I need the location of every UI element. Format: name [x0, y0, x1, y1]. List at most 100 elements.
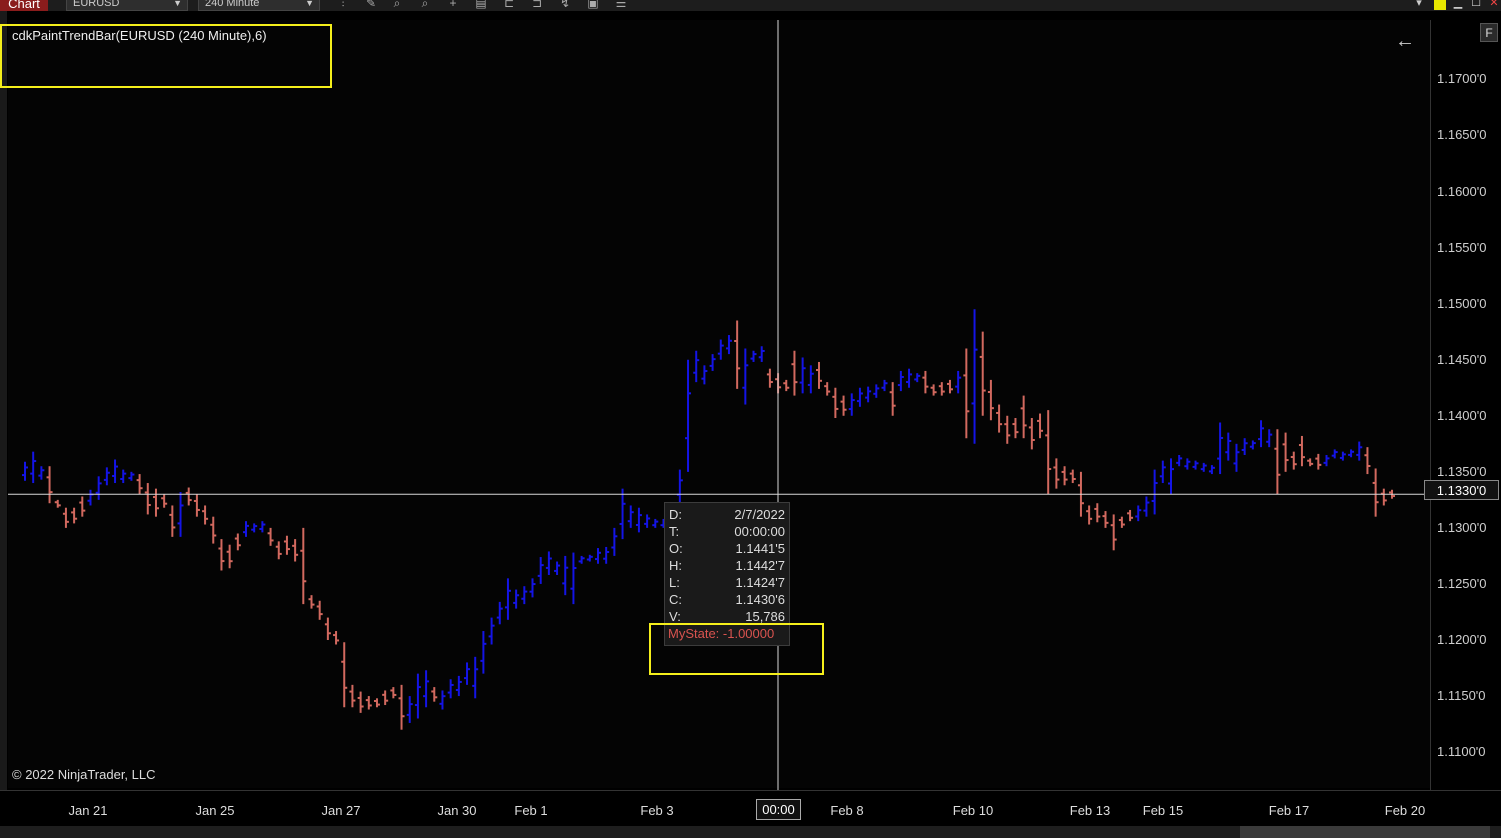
ohlc-bar [644, 514, 651, 528]
ohlc-bar [766, 368, 773, 388]
ohlc-bar [1241, 438, 1248, 456]
ohlc-bar [971, 309, 978, 444]
ohlc-bar [177, 492, 184, 537]
time-tick-label: Feb 8 [830, 803, 864, 818]
ohlc-bar [832, 387, 839, 419]
ohlc-bar [161, 494, 168, 508]
ohlc-bar [349, 684, 356, 708]
tooltip-row-high: H: 1.1442'7 [669, 558, 787, 574]
ohlc-bar [955, 370, 962, 394]
tooltip-value: 00:00:00 [734, 524, 785, 539]
ohlc-bar [513, 589, 520, 609]
ohlc-bar [840, 395, 847, 416]
ohlc-bar [292, 539, 299, 562]
ohlc-bar [95, 476, 102, 500]
ohlc-bar [480, 631, 487, 674]
ohlc-bar [1323, 455, 1330, 467]
ohlc-bar [996, 404, 1003, 433]
ohlc-bar [734, 320, 741, 389]
ohlc-bar [128, 471, 135, 481]
ohlc-bar [30, 451, 37, 484]
time-tick-label: Feb 13 [1069, 803, 1111, 818]
time-tick-label: Jan 30 [437, 803, 477, 818]
ohlc-bar [807, 365, 814, 394]
ohlc-bar [398, 684, 405, 730]
ohlc-bar [1298, 435, 1305, 467]
time-tick-label: Jan 21 [68, 803, 108, 818]
ohlc-bar [1233, 443, 1240, 472]
ohlc-bar [1331, 449, 1338, 459]
ohlc-bar [22, 461, 28, 481]
ohlc-bar [431, 687, 438, 702]
price-tick-label: 1.1650'0 [1437, 127, 1487, 143]
ohlc-bar [62, 507, 69, 528]
ohlc-bar [504, 578, 511, 620]
ohlc-bar [1274, 429, 1281, 495]
tooltip-row-low: L: 1.1424'7 [669, 575, 787, 591]
time-tick-label: Feb 15 [1142, 803, 1184, 818]
ohlc-bar [1004, 415, 1011, 444]
ohlc-bar [1217, 422, 1224, 475]
tooltip-key: H: [669, 558, 682, 573]
ohlc-bar [856, 387, 863, 407]
ohlc-bar [783, 379, 790, 392]
ohlc-bar [1176, 455, 1183, 467]
ohlc-bar [1339, 451, 1346, 461]
ohlc-bar [1290, 451, 1297, 470]
ohlc-bar [120, 469, 127, 484]
time-tick-label: Feb 3 [640, 803, 674, 818]
ohlc-bar [865, 386, 872, 403]
time-tick-label: Feb 20 [1384, 803, 1426, 818]
highlight-box-indicator [0, 24, 332, 88]
ohlc-bar [750, 350, 757, 362]
ohlc-bar [938, 382, 945, 396]
time-tick-label: Jan 25 [195, 803, 235, 818]
ohlc-bar [373, 698, 380, 708]
ohlc-bar [1266, 429, 1273, 448]
ohlc-bar [1372, 468, 1379, 517]
tooltip-value: 2/7/2022 [734, 507, 785, 522]
tooltip-key: L: [669, 575, 680, 590]
arrow-left-icon[interactable]: ← [1395, 30, 1415, 53]
ohlc-bar [1061, 466, 1068, 486]
ohlc-bar [906, 368, 913, 388]
ohlc-bar [611, 527, 618, 556]
tooltip-value: 1.1424'7 [735, 575, 785, 590]
ohlc-bar [1020, 395, 1027, 439]
ohlc-bar [922, 370, 929, 394]
ohlc-bar [881, 379, 888, 392]
ohlc-bar [946, 379, 953, 394]
ohlc-bar [848, 393, 855, 416]
price-tick-label: 1.1400'0 [1437, 407, 1487, 423]
crosshair-price-badge: 1.1330'0 [1424, 480, 1499, 500]
ohlc-bar [472, 656, 479, 699]
ohlc-bar [791, 350, 798, 396]
price-tick-label: 1.1550'0 [1437, 239, 1487, 255]
ohlc-bar [652, 518, 659, 528]
ohlc-bar [1307, 458, 1314, 467]
ohlc-bar [406, 696, 413, 723]
ohlc-bar [594, 548, 601, 564]
ohlc-bar [324, 617, 331, 641]
ohlc-bar [578, 555, 585, 564]
ohlc-bar [1094, 503, 1101, 523]
ohlc-bar [554, 561, 561, 575]
ohlc-bar [357, 691, 364, 713]
ohlc-bar [725, 335, 732, 355]
tooltip-row-time: T: 00:00:00 [669, 524, 787, 540]
scrollbar-thumb[interactable] [1240, 826, 1490, 838]
ohlc-bar [1135, 505, 1142, 522]
ohlc-bar [1086, 505, 1093, 525]
ohlc-bar [447, 679, 454, 699]
ohlc-bar [439, 690, 446, 710]
f-button[interactable]: F [1480, 23, 1498, 42]
ohlc-bar [38, 466, 45, 480]
ohlc-bar [103, 467, 110, 486]
tooltip-key: O: [669, 541, 683, 556]
ohlc-bar [701, 365, 708, 385]
ohlc-bar [537, 557, 544, 584]
ohlc-bar [283, 535, 290, 555]
ohlc-bar [562, 555, 569, 596]
ohlc-bar [423, 670, 430, 708]
ohlc-bar [455, 675, 462, 697]
